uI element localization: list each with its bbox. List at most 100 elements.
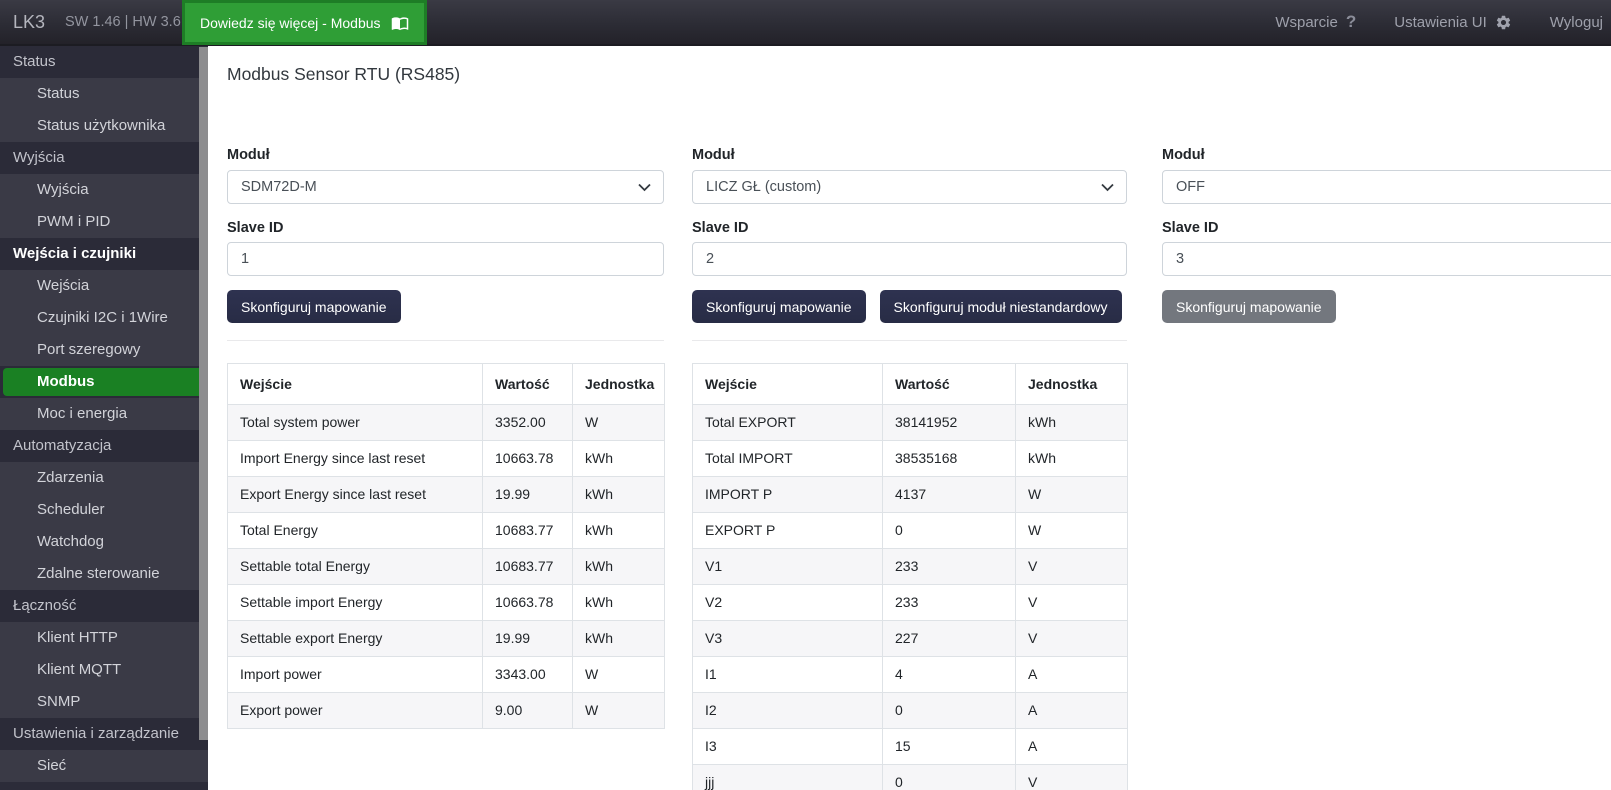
sidebar-scrollbar[interactable] bbox=[199, 47, 208, 740]
table-cell: 10663.78 bbox=[483, 441, 573, 477]
sidebar-item-pwm-i-pid[interactable]: PWM i PID bbox=[0, 206, 208, 238]
table-cell: 227 bbox=[883, 621, 1016, 657]
table-row: EXPORT P0W bbox=[693, 513, 1128, 549]
table-cell: 38141952 bbox=[883, 405, 1016, 441]
sidebar-section-czno: Łączność bbox=[0, 590, 208, 622]
table-header-warto: Wartość bbox=[883, 364, 1016, 405]
table-cell: 0 bbox=[883, 765, 1016, 790]
table-cell: Settable export Energy bbox=[228, 621, 483, 657]
module-panel-3: Moduł OFF Slave ID Skonfiguruj mapowanie bbox=[1162, 146, 1611, 323]
table-row: I315A bbox=[693, 729, 1128, 765]
table-cell: 38535168 bbox=[883, 441, 1016, 477]
table-header-warto: Wartość bbox=[483, 364, 573, 405]
table-row: V2233V bbox=[693, 585, 1128, 621]
page-title: Modbus Sensor RTU (RS485) bbox=[227, 64, 460, 85]
slave-id-input[interactable] bbox=[692, 242, 1127, 276]
sidebar-section-label: Wejścia i czujniki bbox=[13, 245, 136, 262]
table-cell: 10683.77 bbox=[483, 549, 573, 585]
slave-id-label: Slave ID bbox=[1162, 219, 1611, 238]
panel-divider bbox=[692, 340, 1127, 341]
table-cell: 0 bbox=[883, 693, 1016, 729]
table-row: Settable import Energy10663.78kWh bbox=[228, 585, 665, 621]
table-cell: 4 bbox=[883, 657, 1016, 693]
table-cell: I1 bbox=[693, 657, 883, 693]
sidebar-item-klient-http[interactable]: Klient HTTP bbox=[0, 622, 208, 654]
sidebar-item-sie[interactable]: Sieć bbox=[0, 750, 208, 782]
ui-settings-label: Ustawienia UI bbox=[1394, 14, 1487, 31]
sidebar-item-wej-cia[interactable]: Wejścia bbox=[0, 270, 208, 302]
table-cell: W bbox=[1016, 513, 1128, 549]
table-cell: W bbox=[1016, 477, 1128, 513]
table-cell: kWh bbox=[1016, 405, 1128, 441]
module-label: Moduł bbox=[1162, 146, 1611, 165]
configure-custom-module-button[interactable]: Skonfiguruj moduł niestandardowy bbox=[880, 290, 1122, 323]
sidebar-item-wyj-cia[interactable]: Wyjścia bbox=[0, 174, 208, 206]
sidebar-active-pill: Modbus bbox=[3, 368, 205, 396]
sidebar-item-scheduler[interactable]: Scheduler bbox=[0, 494, 208, 526]
learn-more-button[interactable]: Dowiedz się więcej - Modbus bbox=[182, 0, 427, 45]
table-cell: 3352.00 bbox=[483, 405, 573, 441]
table-header-jednostka: Jednostka bbox=[1016, 364, 1128, 405]
navbar-right-group: Wsparcie ? Ustawienia UI Wyloguj bbox=[1275, 0, 1611, 44]
table-cell: 19.99 bbox=[483, 621, 573, 657]
table-row: Total system power3352.00W bbox=[228, 405, 665, 441]
gear-icon bbox=[1495, 14, 1512, 31]
table-row: I14A bbox=[693, 657, 1128, 693]
table-row: Total EXPORT38141952kWh bbox=[693, 405, 1128, 441]
table-row: V3227V bbox=[693, 621, 1128, 657]
table-cell: Import Energy since last reset bbox=[228, 441, 483, 477]
panel-buttons: Skonfiguruj mapowanie bbox=[1162, 290, 1611, 323]
sidebar-item-czujniki-i2c-i-1wire[interactable]: Czujniki I2C i 1Wire bbox=[0, 302, 208, 334]
sidebar-item-status[interactable]: Status bbox=[0, 78, 208, 110]
module-select[interactable]: OFF bbox=[1162, 170, 1611, 204]
table-cell: A bbox=[1016, 657, 1128, 693]
ui-settings-link[interactable]: Ustawienia UI bbox=[1394, 14, 1512, 31]
sidebar-item-watchdog[interactable]: Watchdog bbox=[0, 526, 208, 558]
table-row: Settable total Energy10683.77kWh bbox=[228, 549, 665, 585]
slave-id-input[interactable] bbox=[1162, 242, 1611, 276]
sidebar-section-label: Ustawienia i zarządzanie bbox=[13, 725, 179, 742]
sidebar-section-status: Status bbox=[0, 46, 208, 78]
module-select[interactable]: LICZ GŁ (custom) bbox=[692, 170, 1127, 204]
logout-link[interactable]: Wyloguj bbox=[1550, 13, 1611, 31]
table-cell: kWh bbox=[573, 441, 665, 477]
slave-id-label: Slave ID bbox=[692, 219, 1127, 238]
sidebar-item-status-u-ytkownika[interactable]: Status użytkownika bbox=[0, 110, 208, 142]
sidebar: StatusStatusStatus użytkownikaWyjściaWyj… bbox=[0, 46, 208, 790]
table-cell: Export Energy since last reset bbox=[228, 477, 483, 513]
sidebar-item-modbus[interactable]: Modbus bbox=[0, 366, 208, 398]
slave-id-input[interactable] bbox=[227, 242, 664, 276]
table-cell: IMPORT P bbox=[693, 477, 883, 513]
table-row: Import power3343.00W bbox=[228, 657, 665, 693]
configure-mapping-button[interactable]: Skonfiguruj mapowanie bbox=[227, 290, 401, 323]
panel-divider bbox=[227, 340, 664, 341]
sidebar-item-zdarzenia[interactable]: Zdarzenia bbox=[0, 462, 208, 494]
sidebar-item-label: Scheduler bbox=[37, 501, 105, 518]
table-cell: 3343.00 bbox=[483, 657, 573, 693]
configure-mapping-button[interactable]: Skonfiguruj mapowanie bbox=[692, 290, 866, 323]
table-cell: Total EXPORT bbox=[693, 405, 883, 441]
table-cell: kWh bbox=[573, 585, 665, 621]
sidebar-item-label: Zdalne sterowanie bbox=[37, 565, 160, 582]
top-navbar: LK3 SW 1.46 | HW 3.6 Dowiedz się więcej … bbox=[0, 0, 1611, 46]
table-cell: V bbox=[1016, 549, 1128, 585]
sidebar-item-label: Wyjścia bbox=[37, 181, 89, 198]
table-row: IMPORT P4137W bbox=[693, 477, 1128, 513]
table-row: Export power9.00W bbox=[228, 693, 665, 729]
sidebar-item-moc-i-energia[interactable]: Moc i energia bbox=[0, 398, 208, 430]
table-cell: V3 bbox=[693, 621, 883, 657]
configure-mapping-button[interactable]: Skonfiguruj mapowanie bbox=[1162, 290, 1336, 323]
support-link[interactable]: Wsparcie ? bbox=[1275, 12, 1356, 32]
sidebar-item-snmp[interactable]: SNMP bbox=[0, 686, 208, 718]
module-select[interactable]: SDM72D-M bbox=[227, 170, 664, 204]
sidebar-item-label: Sieć bbox=[37, 757, 66, 774]
sidebar-item-label: Klient MQTT bbox=[37, 661, 121, 678]
table-cell: A bbox=[1016, 693, 1128, 729]
table-cell: I2 bbox=[693, 693, 883, 729]
sidebar-item-klient-mqtt[interactable]: Klient MQTT bbox=[0, 654, 208, 686]
sidebar-item-label: Status bbox=[37, 85, 80, 102]
panel-buttons: Skonfiguruj mapowanie Skonfiguruj moduł n… bbox=[692, 290, 1127, 323]
sidebar-item-label: Zdarzenia bbox=[37, 469, 104, 486]
sidebar-item-port-szeregowy[interactable]: Port szeregowy bbox=[0, 334, 208, 366]
sidebar-item-zdalne-sterowanie[interactable]: Zdalne sterowanie bbox=[0, 558, 208, 590]
